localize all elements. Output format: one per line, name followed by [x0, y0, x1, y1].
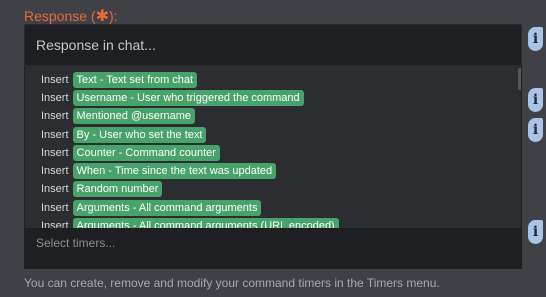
timers-select[interactable]: Select timers...	[24, 228, 522, 269]
dropdown-scrollbar[interactable]	[518, 68, 521, 90]
response-label: Response (✱):	[24, 6, 118, 26]
info-icon[interactable]: i	[528, 118, 543, 142]
variable-pill: By - User who set the text	[72, 127, 207, 143]
variable-pill: Username - User who triggered the comman…	[72, 90, 304, 106]
insert-prefix: Insert	[41, 220, 69, 228]
insert-option[interactable]: Insert Arguments - All command arguments …	[41, 218, 339, 228]
insert-option[interactable]: Insert Counter - Command counter	[41, 145, 220, 163]
variable-pill: Arguments - All command arguments	[72, 200, 262, 216]
insert-dropdown[interactable]: Insert Text - Text set from chat Insert Us…	[24, 66, 522, 228]
variable-pill: When - Time since the text was updated	[72, 163, 277, 179]
insert-prefix: Insert	[41, 110, 69, 122]
response-label-prefix: Response (	[24, 8, 96, 24]
insert-prefix: Insert	[41, 147, 69, 159]
insert-prefix: Insert	[41, 74, 69, 86]
variable-pill: Text - Text set from chat	[72, 72, 198, 88]
response-input[interactable]: Response in chat...	[24, 24, 522, 66]
insert-prefix: Insert	[41, 92, 69, 104]
variable-pill: Mentioned @username	[72, 108, 196, 124]
insert-option[interactable]: Insert Random number	[41, 181, 163, 199]
timers-hint: You can create, remove and modify your c…	[24, 276, 440, 290]
insert-option[interactable]: Insert Text - Text set from chat	[41, 72, 198, 90]
insert-option[interactable]: Insert By - User who set the text	[41, 127, 207, 145]
insert-prefix: Insert	[41, 202, 69, 214]
insert-option[interactable]: Insert Mentioned @username	[41, 108, 196, 126]
required-icon: ✱	[95, 8, 109, 25]
variable-pill: Random number	[72, 181, 163, 197]
insert-prefix: Insert	[41, 165, 69, 177]
insert-option[interactable]: Insert Arguments - All command arguments	[41, 200, 262, 218]
insert-prefix: Insert	[41, 129, 69, 141]
insert-option[interactable]: Insert When - Time since the text was upd…	[41, 163, 277, 181]
response-label-suffix: ):	[109, 8, 118, 24]
info-icon[interactable]: i	[528, 88, 543, 112]
info-icon[interactable]: i	[528, 220, 543, 244]
variable-pill: Counter - Command counter	[72, 145, 220, 161]
insert-prefix: Insert	[41, 183, 69, 195]
info-icon[interactable]: i	[528, 27, 543, 51]
variable-pill: Arguments - All command arguments (URL e…	[72, 218, 339, 228]
insert-option[interactable]: Insert Username - User who triggered the …	[41, 90, 304, 108]
